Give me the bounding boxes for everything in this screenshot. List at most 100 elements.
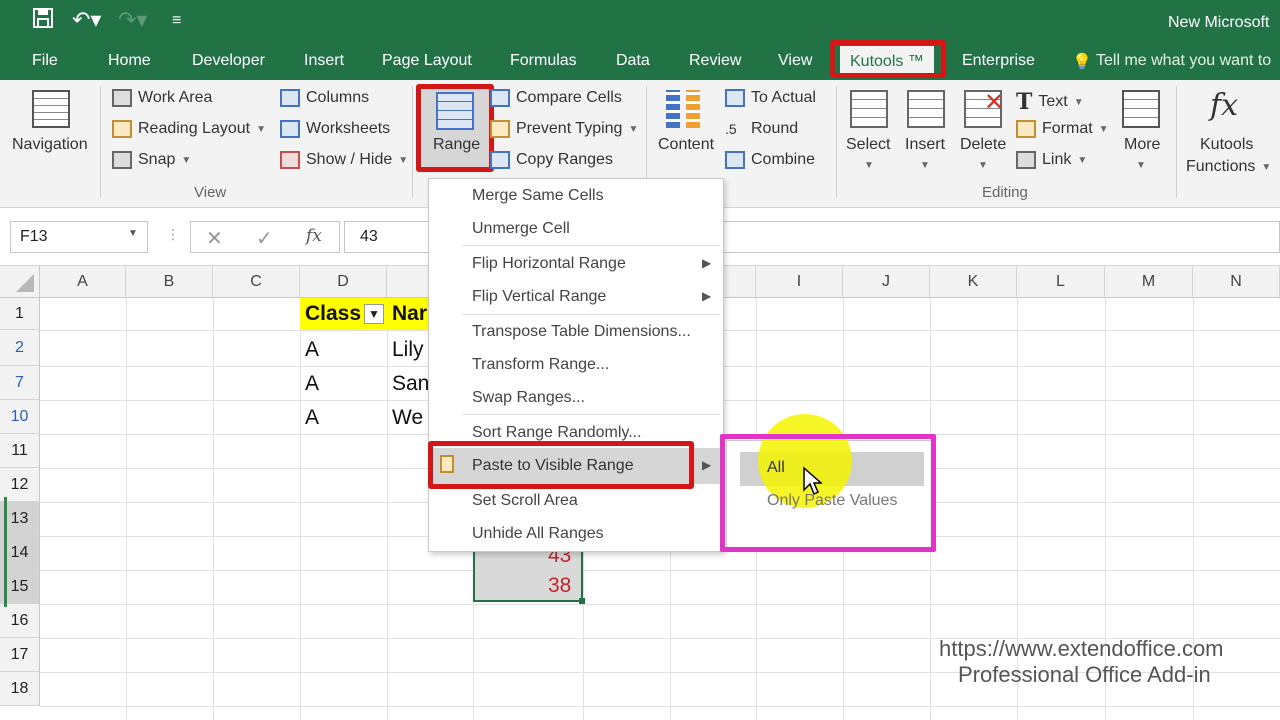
cancel-icon[interactable]: ✕ <box>206 226 223 251</box>
reading-layout-icon <box>112 120 132 138</box>
row-header-1[interactable]: 1 <box>0 298 40 330</box>
customize-qat-icon[interactable]: ≡ <box>172 12 181 30</box>
tab-data[interactable]: Data <box>616 52 650 70</box>
column-header-b[interactable]: B <box>126 266 213 298</box>
tab-home[interactable]: Home <box>108 52 151 70</box>
camera-icon <box>112 151 132 169</box>
to-actual-icon <box>725 89 745 107</box>
menu-item-transpose-table-dimensions[interactable]: Transpose Table Dimensions... <box>472 323 691 341</box>
combine-label: Combine <box>751 151 816 168</box>
chevron-down-icon: ▼ <box>920 160 930 171</box>
watermark-tagline: Professional Office Add-in <box>958 662 1211 687</box>
menu-item-set-scroll-area[interactable]: Set Scroll Area <box>472 492 578 510</box>
insert-button[interactable]: Insert <box>905 136 945 154</box>
tab-page-layout[interactable]: Page Layout <box>382 52 472 70</box>
column-header-d[interactable]: D <box>300 266 387 298</box>
worksheets-icon <box>280 120 300 138</box>
tab-review[interactable]: Review <box>689 52 741 70</box>
chevron-down-icon: ▼ <box>978 160 988 171</box>
filter-dropdown-icon[interactable]: ▼ <box>364 304 384 324</box>
tab-view[interactable]: View <box>778 52 812 70</box>
tab-file[interactable]: File <box>32 52 58 70</box>
select-button[interactable]: Select <box>846 136 890 154</box>
tab-insert[interactable]: Insert <box>304 52 344 70</box>
tell-me-search[interactable]: Tell me what you want to <box>1096 52 1280 70</box>
column-header-m[interactable]: M <box>1105 266 1193 298</box>
row-header-10[interactable]: 10 <box>0 400 40 434</box>
navigation-button[interactable]: Navigation <box>12 136 88 154</box>
fill-handle[interactable] <box>579 598 585 604</box>
chevron-down-icon: ▼ <box>1098 123 1109 135</box>
grid-line <box>387 298 388 720</box>
column-header-c[interactable]: C <box>213 266 300 298</box>
chevron-down-icon: ▼ <box>398 154 409 166</box>
ribbon-separator <box>836 86 837 198</box>
column-header-j[interactable]: J <box>843 266 930 298</box>
menu-item-swap-ranges[interactable]: Swap Ranges... <box>472 389 585 407</box>
row-header-17[interactable]: 17 <box>0 638 40 672</box>
worksheets-button[interactable]: Worksheets <box>280 120 390 138</box>
column-header-i[interactable]: I <box>756 266 843 298</box>
column-header-a[interactable]: A <box>40 266 126 298</box>
ribbon-separator <box>100 86 101 198</box>
row-header-7[interactable]: 7 <box>0 366 40 400</box>
enter-check-icon[interactable]: ✓ <box>256 226 273 251</box>
delete-button[interactable]: Delete <box>960 136 1006 154</box>
combine-icon <box>725 151 745 169</box>
menu-item-flip-horizontal-range[interactable]: Flip Horizontal Range <box>472 255 626 273</box>
compare-cells-button[interactable]: Compare Cells <box>490 89 622 107</box>
row-header-16[interactable]: 16 <box>0 604 40 638</box>
work-area-button[interactable]: Work Area <box>112 89 212 107</box>
editing-group-label: Editing <box>982 184 1028 201</box>
menu-item-unmerge-cell[interactable]: Unmerge Cell <box>472 220 570 238</box>
undo-icon[interactable]: ↶▾ <box>72 7 101 33</box>
tab-formulas[interactable]: Formulas <box>510 52 577 70</box>
navigation-icon <box>32 90 70 128</box>
compare-cells-icon <box>490 89 510 107</box>
column-header-n[interactable]: N <box>1193 266 1280 298</box>
snap-button[interactable]: Snap ▼ <box>112 151 191 169</box>
row-header-18[interactable]: 18 <box>0 672 40 706</box>
menu-item-flip-vertical-range[interactable]: Flip Vertical Range <box>472 288 606 306</box>
menu-item-merge-same-cells[interactable]: Merge Same Cells <box>472 187 604 205</box>
format-icon <box>1016 120 1036 138</box>
menu-item-sort-range-randomly[interactable]: Sort Range Randomly... <box>472 424 642 442</box>
work-area-label: Work Area <box>138 89 213 106</box>
reading-layout-button[interactable]: Reading Layout ▼ <box>112 120 266 138</box>
row-header-11[interactable]: 11 <box>0 434 40 468</box>
show-hide-button[interactable]: Show / Hide ▼ <box>280 151 408 169</box>
select-all-corner[interactable] <box>0 266 40 298</box>
row-header-2[interactable]: 2 <box>0 330 40 366</box>
format-button[interactable]: Format ▼ <box>1016 120 1109 138</box>
combine-button[interactable]: Combine <box>725 151 815 169</box>
kutools-functions-button[interactable]: Kutools <box>1200 136 1253 154</box>
copy-ranges-icon <box>490 151 510 169</box>
chevron-down-icon: ▼ <box>864 160 874 171</box>
mouse-cursor-icon <box>802 466 823 501</box>
copy-ranges-button[interactable]: Copy Ranges <box>490 151 613 169</box>
prevent-typing-button[interactable]: Prevent Typing ▼ <box>490 120 638 138</box>
menu-item-transform-range[interactable]: Transform Range... <box>472 356 609 374</box>
round-button[interactable]: .5 Round <box>725 120 798 138</box>
ribbon-separator <box>1176 86 1177 198</box>
insert-function-icon[interactable]: fx <box>306 226 322 246</box>
to-actual-button[interactable]: To Actual <box>725 89 816 107</box>
cell-d2: A <box>305 338 320 361</box>
tab-enterprise[interactable]: Enterprise <box>962 52 1035 70</box>
text-button[interactable]: T Text ▼ <box>1016 89 1084 115</box>
prevent-typing-icon <box>490 120 510 138</box>
columns-button[interactable]: Columns <box>280 89 369 107</box>
range-button-highlight <box>416 84 494 172</box>
menu-item-unhide-all-ranges[interactable]: Unhide All Ranges <box>472 525 604 543</box>
insert-icon <box>907 90 945 128</box>
grid-line <box>300 298 301 720</box>
link-button[interactable]: Link ▼ <box>1016 151 1087 169</box>
column-header-l[interactable]: L <box>1017 266 1105 298</box>
column-header-k[interactable]: K <box>930 266 1017 298</box>
save-icon[interactable] <box>32 7 54 35</box>
tab-developer[interactable]: Developer <box>192 52 265 70</box>
more-button[interactable]: More <box>1124 136 1160 154</box>
chevron-down-icon: ▼ <box>628 123 639 135</box>
formula-value: 43 <box>360 228 378 245</box>
content-button[interactable]: Content <box>658 136 714 154</box>
